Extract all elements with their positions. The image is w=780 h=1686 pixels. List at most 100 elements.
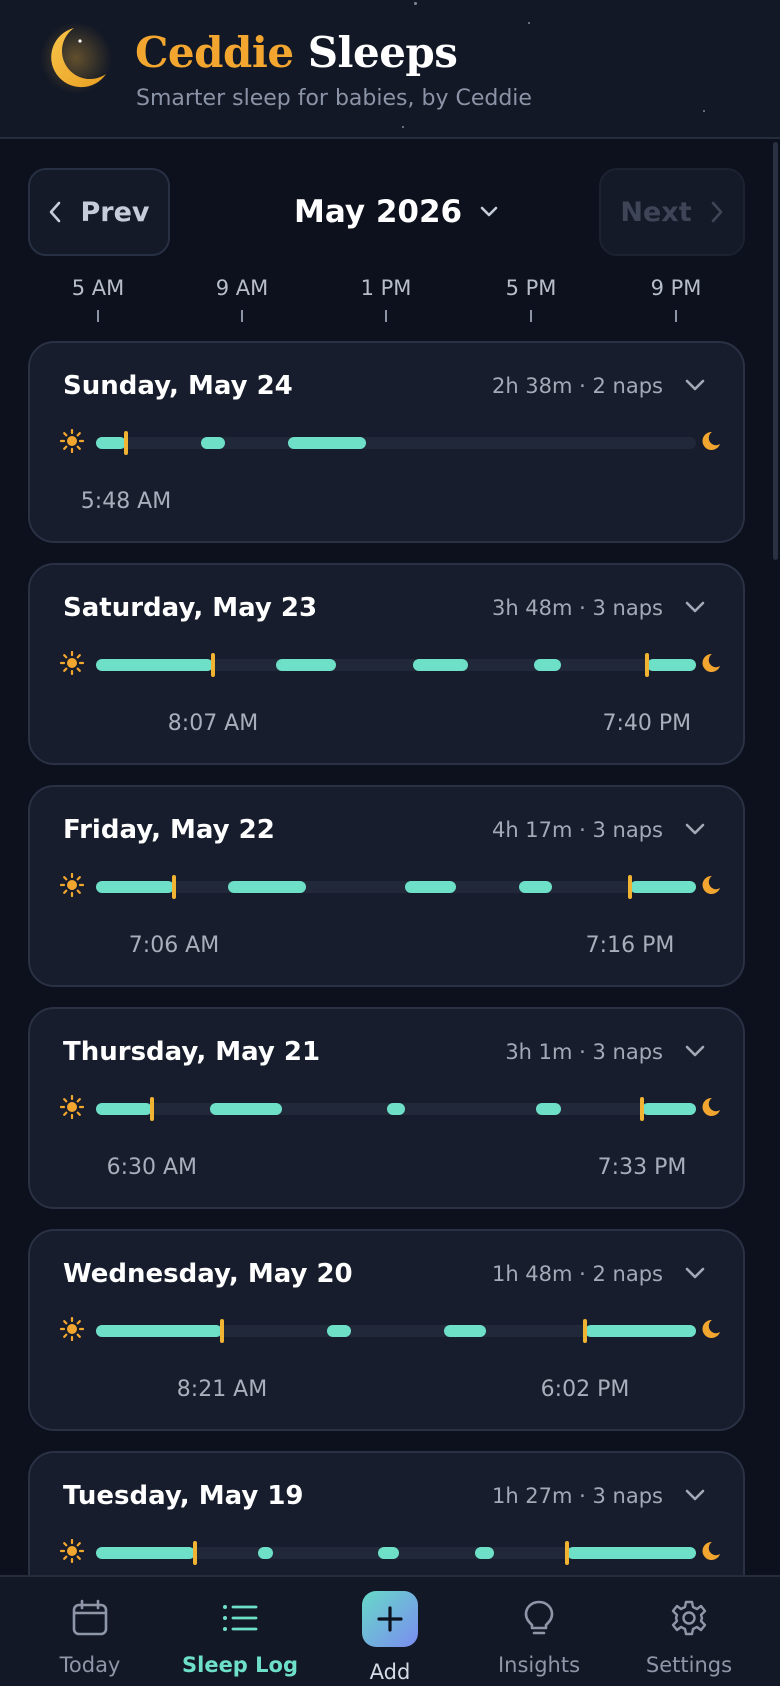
day-card[interactable]: Saturday, May 23 3h 48m · 3 naps 8:07 AM 7:… <box>28 563 745 765</box>
tab-settings[interactable]: Settings <box>619 1577 759 1686</box>
wake-time-label: 8:07 AM <box>167 711 259 736</box>
time-axis-label: 9 PM <box>650 276 702 300</box>
sleep-segment[interactable] <box>96 659 213 671</box>
app-title: Ceddie Sleeps <box>135 28 458 77</box>
sleep-segment[interactable] <box>96 1103 152 1115</box>
time-axis-label: 1 PM <box>360 276 412 300</box>
tab-add[interactable]: Add <box>320 1577 460 1686</box>
wake-marker <box>149 1097 154 1121</box>
day-date: Thursday, May 21 <box>63 1037 321 1067</box>
sleep-segment[interactable] <box>201 437 225 449</box>
wake-time-label: 8:21 AM <box>176 1377 268 1402</box>
sun-icon <box>60 1095 84 1119</box>
bedtime-marker <box>628 875 632 899</box>
chevron-down-icon[interactable] <box>685 379 705 391</box>
sleep-segment[interactable] <box>519 881 552 893</box>
sleep-segment[interactable] <box>288 437 366 449</box>
day-summary: 1h 48m · 2 naps <box>491 1262 663 1286</box>
sleep-segment[interactable] <box>387 1103 405 1115</box>
lightbulb-icon <box>524 1600 554 1635</box>
sleep-segment[interactable] <box>228 881 306 893</box>
sleep-segment[interactable] <box>378 1547 399 1559</box>
day-date: Saturday, May 23 <box>63 593 318 623</box>
star-decoration <box>528 22 530 24</box>
moon-icon <box>702 875 720 894</box>
sleep-segment[interactable] <box>630 881 696 893</box>
day-date: Friday, May 22 <box>63 815 275 845</box>
moon-icon <box>702 1541 720 1560</box>
wake-time-label: 5:48 AM <box>80 489 172 514</box>
time-axis-tick <box>385 310 387 322</box>
sun-icon <box>60 651 84 675</box>
app-title-word: Sleeps <box>307 28 458 77</box>
tab-settings-label: Settings <box>645 1653 733 1677</box>
day-card[interactable]: Sunday, May 24 2h 38m · 2 naps 5:48 AM <box>28 341 745 543</box>
scrollbar[interactable] <box>773 142 778 560</box>
next-month-button[interactable]: Next <box>599 168 745 256</box>
sleep-segment[interactable] <box>412 659 468 671</box>
bedtime-marker <box>644 653 649 677</box>
star-decoration <box>414 2 417 5</box>
gear-icon <box>671 1600 707 1636</box>
sleep-timeline-track <box>96 875 696 899</box>
sleep-segment[interactable] <box>96 1547 195 1559</box>
calendar-icon <box>72 1599 108 1636</box>
time-axis-tick <box>241 310 243 322</box>
tab-sleep-log[interactable]: Sleep Log <box>170 1577 310 1686</box>
bedtime-marker <box>565 1541 569 1565</box>
wake-marker <box>172 875 176 899</box>
bedtime-marker <box>640 1097 644 1121</box>
wake-time-label: 7:06 AM <box>128 933 220 958</box>
day-card[interactable]: Friday, May 22 4h 17m · 3 naps 7:06 AM 7:16… <box>28 785 745 987</box>
sleep-timeline-track <box>96 1319 696 1343</box>
sun-icon <box>60 873 84 897</box>
current-month: May 2026 <box>294 194 463 230</box>
app-subtitle: Smarter sleep for babies, by Ceddie <box>136 86 532 111</box>
wake-marker <box>220 1319 224 1343</box>
prev-month-label: Prev <box>80 196 150 228</box>
tab-today[interactable]: Today <box>20 1577 160 1686</box>
time-axis-label: 5 PM <box>505 276 557 300</box>
sleep-segment[interactable] <box>567 1547 696 1559</box>
add-button[interactable] <box>362 1591 418 1647</box>
sleep-segment[interactable] <box>258 1547 273 1559</box>
sleep-segment[interactable] <box>276 659 336 671</box>
sleep-segment[interactable] <box>475 1547 494 1559</box>
sleep-segment[interactable] <box>405 881 456 893</box>
sleep-segment[interactable] <box>444 1325 486 1337</box>
sleep-segment[interactable] <box>535 1103 561 1115</box>
bedtime-label: 7:16 PM <box>585 933 675 958</box>
time-axis-label: 9 AM <box>215 276 269 300</box>
day-card[interactable]: Thursday, May 21 3h 1m · 3 naps 6:30 AM 7:3… <box>28 1007 745 1209</box>
tab-insights-label: Insights <box>497 1653 581 1677</box>
sleep-segment[interactable] <box>534 659 561 671</box>
chevron-down-icon[interactable] <box>685 823 705 835</box>
sun-icon <box>60 429 84 453</box>
chevron-down-icon[interactable] <box>685 1489 705 1501</box>
day-card[interactable]: Wednesday, May 20 1h 48m · 2 naps 8:21 AM 6… <box>28 1229 745 1431</box>
sleep-segment[interactable] <box>210 1103 282 1115</box>
sleep-segment[interactable] <box>585 1325 696 1337</box>
tab-insights[interactable]: Insights <box>469 1577 609 1686</box>
chevron-down-icon[interactable] <box>685 601 705 613</box>
chevron-down-icon[interactable] <box>685 1045 705 1057</box>
sleep-segment[interactable] <box>96 1325 222 1337</box>
sleep-segment[interactable] <box>646 659 696 671</box>
sleep-segment[interactable] <box>96 881 174 893</box>
prev-month-button[interactable]: Prev <box>28 168 170 256</box>
sun-icon <box>60 1539 84 1563</box>
chevron-down-icon <box>480 206 498 217</box>
bottom-nav: Today Sleep Log Add Insights Settings <box>0 1575 780 1686</box>
month-picker[interactable]: May 2026 <box>294 190 498 234</box>
time-axis-tick <box>675 310 677 322</box>
star-decoration <box>402 126 404 128</box>
app-header: Ceddie Sleeps Smarter sleep for babies, … <box>0 0 780 139</box>
sleep-segment[interactable] <box>327 1325 351 1337</box>
bedtime-marker <box>583 1319 587 1343</box>
chevron-down-icon[interactable] <box>685 1267 705 1279</box>
sleep-timeline-track <box>96 1541 696 1565</box>
day-date: Sunday, May 24 <box>63 371 293 401</box>
sleep-segment[interactable] <box>642 1103 696 1115</box>
sleep-segment[interactable] <box>96 437 126 449</box>
app-title-brand: Ceddie <box>135 28 294 77</box>
